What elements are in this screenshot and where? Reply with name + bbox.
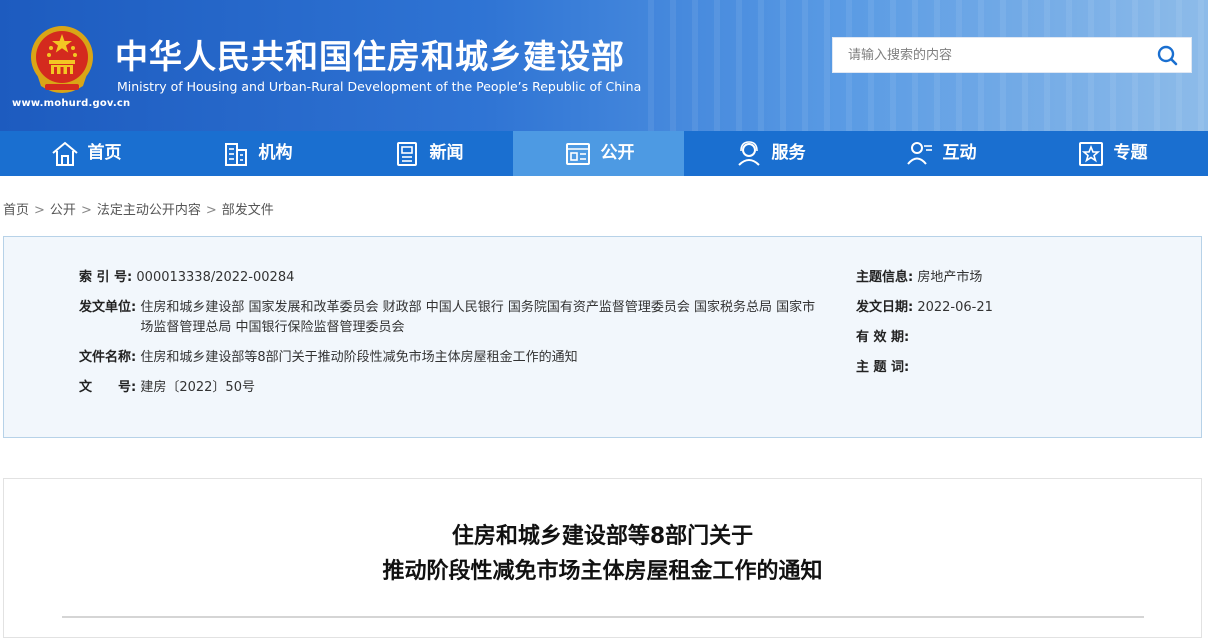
- nav-label-topics: 专题: [1113, 143, 1148, 163]
- breadcrumb-separator: >: [80, 203, 92, 218]
- breadcrumb: 首页 > 公开 > 法定主动公开内容 > 部发文件: [3, 199, 274, 218]
- meta-index-value: 000013338/2022-00284: [136, 270, 295, 285]
- meta-issuer-label: 发文单位:: [79, 300, 137, 315]
- breadcrumb-separator: >: [205, 203, 217, 218]
- nav-item-topics[interactable]: 专题: [1026, 131, 1197, 176]
- site-title-cn: 中华人民共和国住房和城乡建设部: [115, 37, 625, 76]
- meta-topic-label: 主题信息:: [856, 270, 914, 285]
- nav-label-interaction: 互动: [942, 143, 977, 163]
- meta-valid-label: 有 效 期:: [856, 330, 910, 345]
- meta-topic-value: 房地产市场: [917, 270, 983, 285]
- home-icon: [51, 141, 78, 166]
- document-metadata-panel: 索 引 号: 000013338/2022-00284 发文单位: 住房和城乡建…: [3, 236, 1202, 438]
- site-title-en: Ministry of Housing and Urban-Rural Deve…: [117, 79, 642, 94]
- breadcrumb-public[interactable]: 公开: [50, 203, 76, 218]
- breadcrumb-ministry-docs[interactable]: 部发文件: [222, 203, 274, 218]
- nav-label-home: 首页: [87, 143, 122, 163]
- nav-item-public[interactable]: 公开: [513, 131, 684, 176]
- building-icon: [224, 142, 247, 166]
- nav-item-home[interactable]: 首页: [0, 131, 171, 176]
- site-url: www.mohurd.gov.cn: [12, 98, 131, 109]
- service-icon: [737, 140, 760, 166]
- news-icon: [396, 141, 417, 166]
- breadcrumb-statutory[interactable]: 法定主动公开内容: [97, 203, 201, 218]
- meta-docno-value: 建房〔2022〕50号: [140, 380, 255, 395]
- article-title-line1: 住房和城乡建设部等8部门关于: [451, 524, 754, 549]
- meta-date-label: 发文日期:: [856, 300, 914, 315]
- document-icon: [565, 142, 590, 165]
- meta-valid-row: 有 效 期:: [856, 328, 909, 348]
- meta-date-value: 2022-06-21: [917, 300, 993, 315]
- meta-issuer-value-line1: 住房和城乡建设部 国家发展和改革委员会 财政部 中国人民银行 国务院国有资产监督…: [140, 300, 816, 315]
- nav-item-organization[interactable]: 机构: [171, 131, 342, 176]
- meta-issuer-value-line2: 场监督管理总局 中国银行保险监督管理委员会: [140, 320, 405, 335]
- search-box: [832, 37, 1192, 73]
- nav-label-service: 服务: [771, 143, 806, 163]
- nav-item-service[interactable]: 服务: [684, 131, 855, 176]
- nav-item-news[interactable]: 新闻: [342, 131, 513, 176]
- meta-issuer-row: 发文单位: 住房和城乡建设部 国家发展和改革委员会 财政部 中国人民银行 国务院…: [79, 298, 839, 338]
- meta-filename-value: 住房和城乡建设部等8部门关于推动阶段性减免市场主体房屋租金工作的通知: [140, 350, 578, 365]
- national-emblem-icon[interactable]: [29, 24, 95, 96]
- meta-index-row: 索 引 号: 000013338/2022-00284: [79, 268, 294, 288]
- site-header: www.mohurd.gov.cn 中华人民共和国住房和城乡建设部 Minist…: [0, 0, 1208, 131]
- interaction-icon: [906, 141, 932, 165]
- main-nav: 首页 机构 新闻 公开 服务 互动 专题: [0, 131, 1208, 176]
- nav-label-public: 公开: [600, 143, 635, 163]
- meta-filename-row: 文件名称: 住房和城乡建设部等8部门关于推动阶段性减免市场主体房屋租金工作的通知: [79, 348, 578, 368]
- meta-docno-label: 文 号:: [79, 380, 137, 395]
- title-divider: [62, 616, 1144, 618]
- nav-item-interaction[interactable]: 互动: [855, 131, 1026, 176]
- breadcrumb-separator: >: [34, 203, 45, 218]
- meta-keyword-label: 主 题 词:: [856, 360, 910, 375]
- article-container: 住房和城乡建设部等8部门关于 推动阶段性减免市场主体房屋租金工作的通知: [3, 478, 1202, 638]
- meta-topic-row: 主题信息: 房地产市场: [856, 268, 982, 288]
- article-title: 住房和城乡建设部等8部门关于 推动阶段性减免市场主体房屋租金工作的通知: [4, 519, 1201, 589]
- nav-label-news: 新闻: [429, 143, 464, 163]
- nav-label-organization: 机构: [258, 143, 293, 163]
- search-input[interactable]: [833, 38, 1143, 72]
- meta-filename-label: 文件名称:: [79, 350, 137, 365]
- search-icon[interactable]: [1155, 43, 1181, 69]
- meta-index-label: 索 引 号:: [79, 270, 133, 285]
- article-title-line2: 推动阶段性减免市场主体房屋租金工作的通知: [382, 559, 823, 584]
- breadcrumb-home[interactable]: 首页: [3, 203, 29, 218]
- star-icon: [1078, 141, 1103, 166]
- meta-date-row: 发文日期: 2022-06-21: [856, 298, 993, 318]
- meta-keyword-row: 主 题 词:: [856, 358, 909, 378]
- meta-docno-row: 文 号: 建房〔2022〕50号: [79, 378, 255, 398]
